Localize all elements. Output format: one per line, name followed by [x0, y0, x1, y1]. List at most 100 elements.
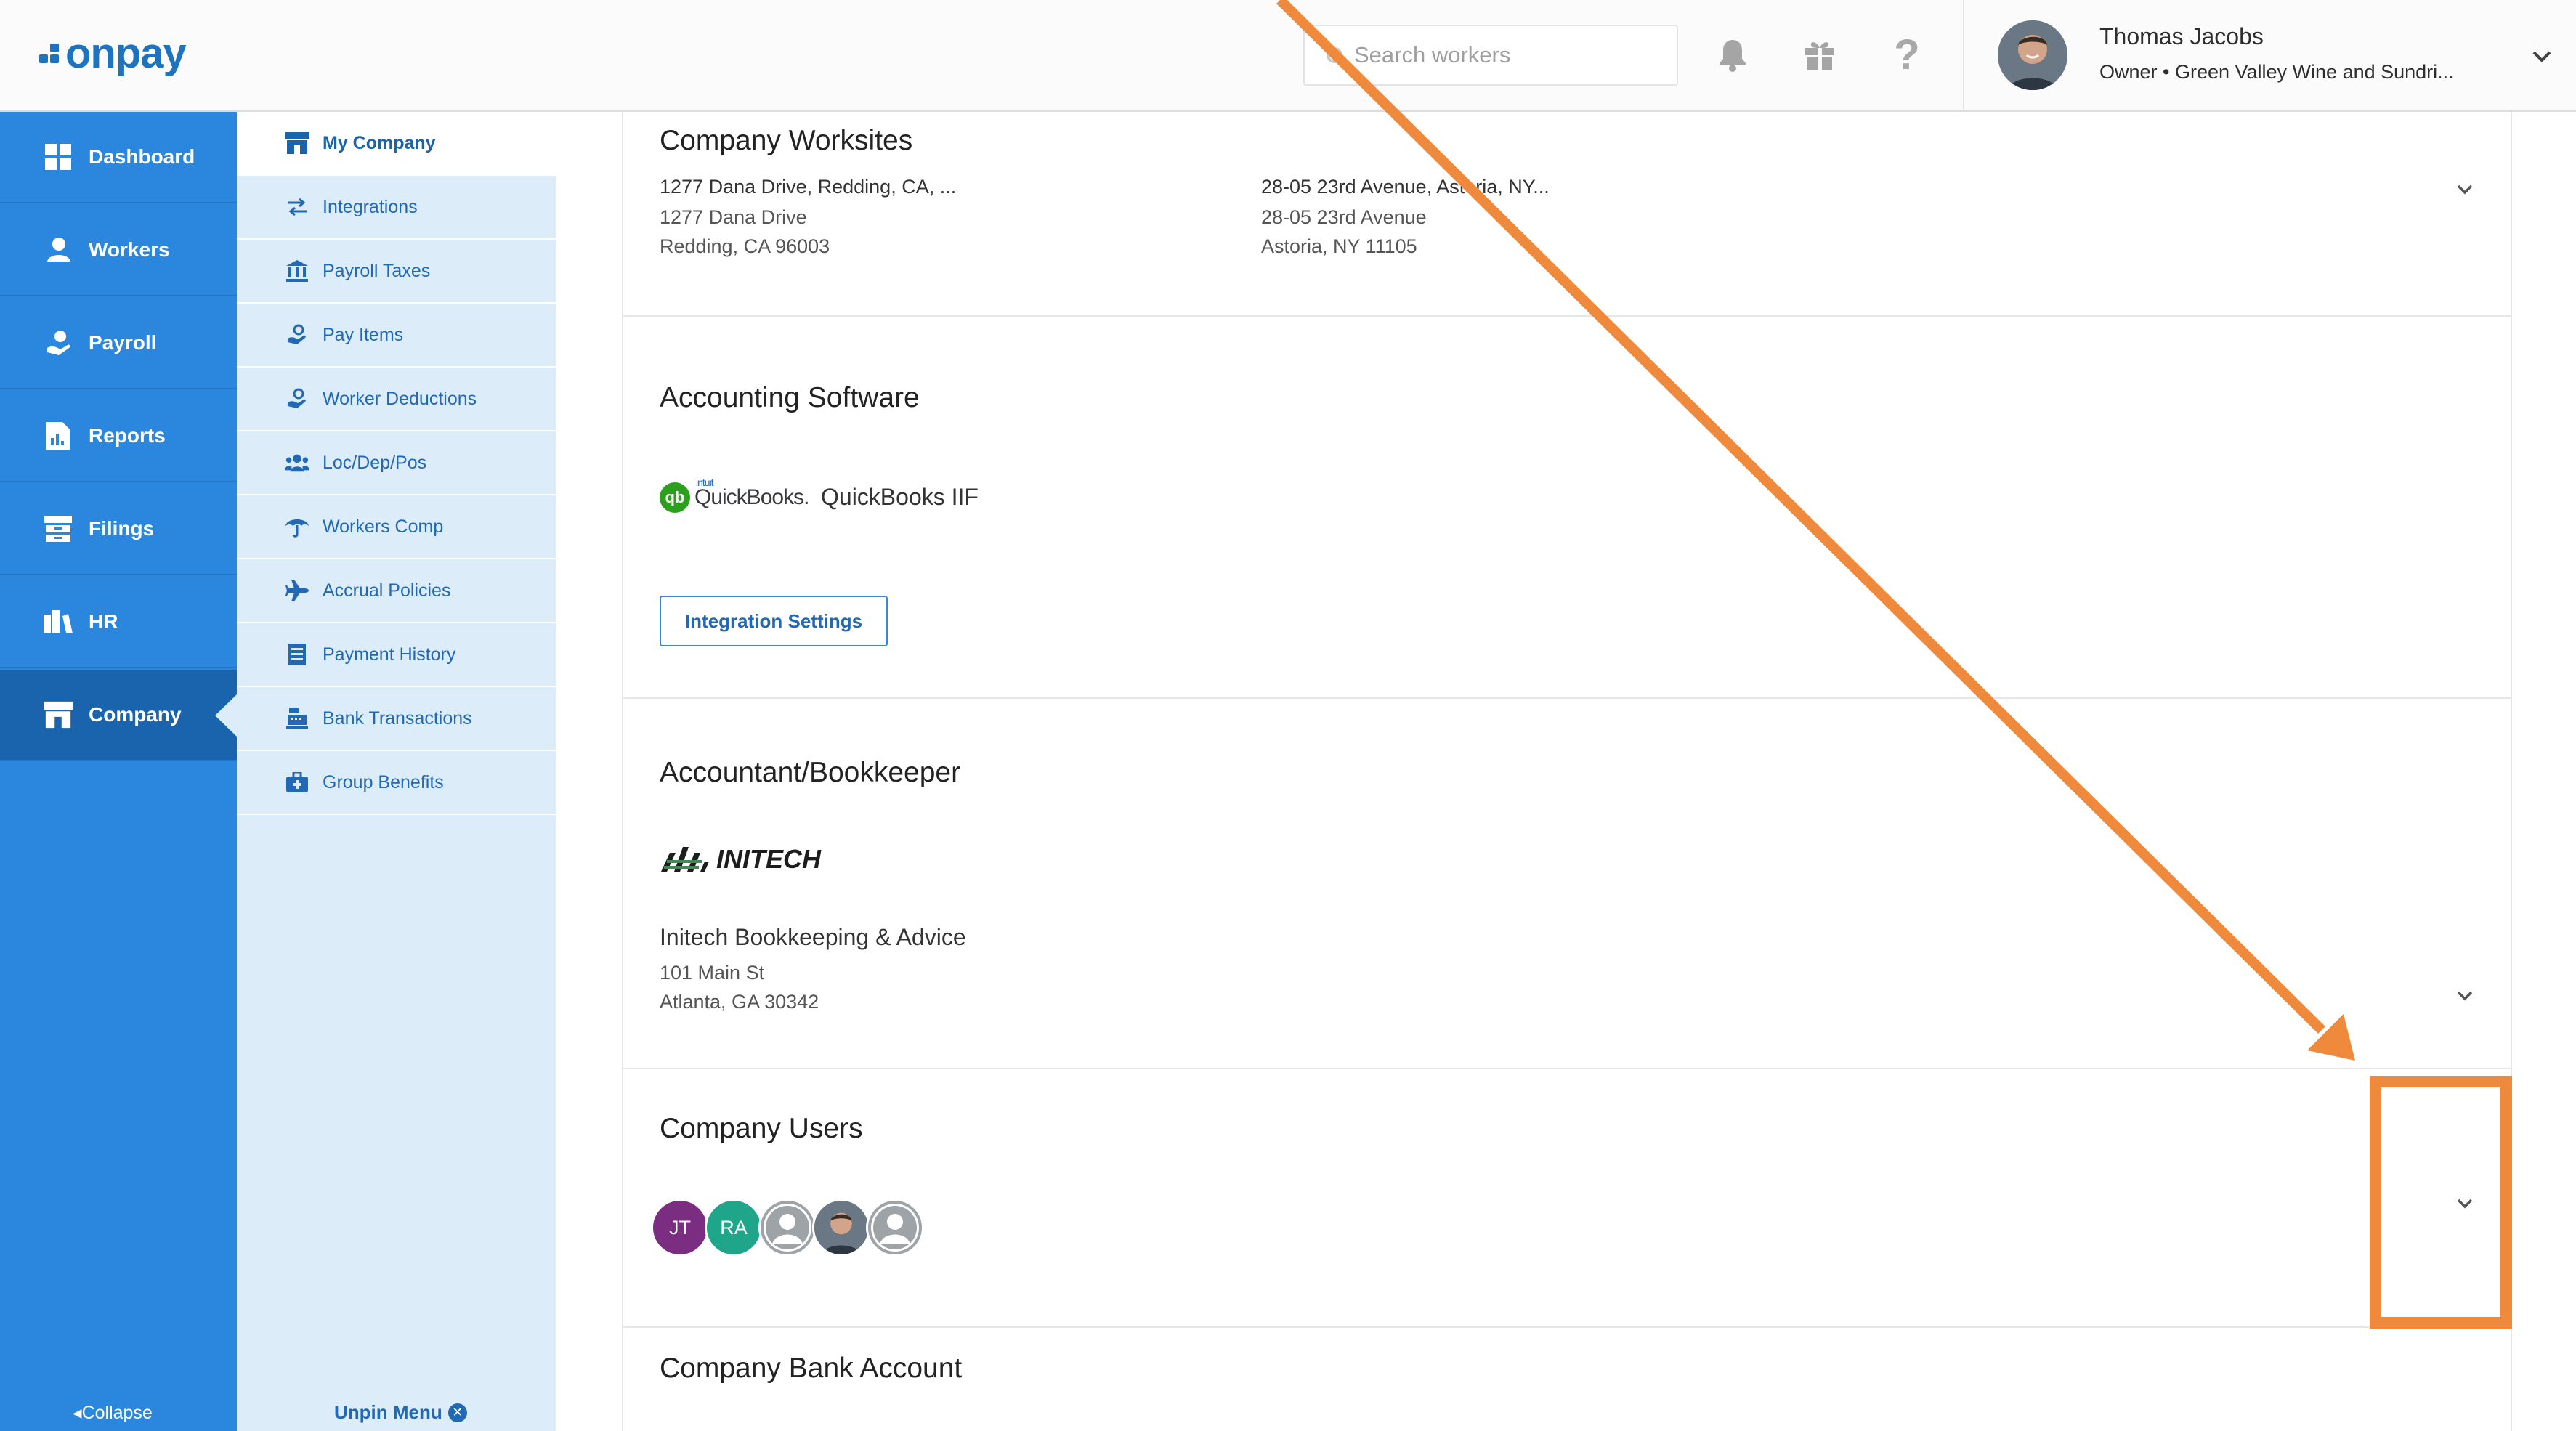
- subnav-item-label: My Company: [323, 132, 436, 153]
- integration-settings-button[interactable]: Integration Settings: [660, 596, 888, 646]
- logo-dots-icon: [39, 43, 61, 65]
- avatar[interactable]: RA: [705, 1199, 763, 1257]
- hr-icon: [44, 607, 73, 636]
- medkit-icon: [285, 770, 309, 795]
- chevron-down-icon[interactable]: [2528, 42, 2556, 70]
- subnav-item-my-company[interactable]: My Company: [237, 112, 577, 176]
- sidebar-item-hr[interactable]: HR: [0, 577, 237, 668]
- reports-icon: [44, 421, 73, 450]
- search-input[interactable]: Search workers: [1303, 25, 1678, 86]
- quickbooks-wordmark: intuit QuickBooks.: [694, 477, 809, 510]
- user-menu[interactable]: Thomas Jacobs Owner • Green Valley Wine …: [1963, 0, 2576, 112]
- gift-icon[interactable]: [1802, 35, 1838, 74]
- unpin-label: Unpin Menu: [334, 1401, 442, 1423]
- subnav-item-payroll-taxes[interactable]: Payroll Taxes: [237, 240, 556, 304]
- subnav-item-label: Worker Deductions: [323, 388, 477, 409]
- subnav-item-label: Bank Transactions: [323, 708, 472, 729]
- user-name: Thomas Jacobs: [2099, 23, 2264, 49]
- user-role: Owner • Green Valley Wine and Sundri...: [2099, 61, 2454, 83]
- accountant-section: Accountant/Bookkeeper: [623, 699, 2512, 1069]
- subnav-item-worker-deductions[interactable]: Worker Deductions: [237, 368, 556, 431]
- onpay-logo[interactable]: onpay: [39, 30, 187, 77]
- subnav-item-integrations[interactable]: Integrations: [237, 176, 556, 240]
- bank-section: Company Bank Account: [623, 1328, 2512, 1431]
- worksite-name: 28-05 23rd Avenue, Astoria, NY...: [1261, 176, 1550, 198]
- search-icon: [1327, 47, 1342, 63]
- sidebar-item-workers[interactable]: Workers: [0, 205, 237, 296]
- subnav-item-label: Loc/Dep/Pos: [323, 452, 427, 473]
- subnav-item-label: Payroll Taxes: [323, 260, 431, 281]
- store-icon: [285, 131, 309, 155]
- worksite-line: 1277 Dana Drive: [660, 206, 807, 228]
- arrows-icon: [285, 195, 309, 219]
- sidebar-item-reports[interactable]: Reports: [0, 391, 237, 482]
- worksite-line: Astoria, NY 11105: [1261, 235, 1417, 257]
- collapse-label: Collapse: [81, 1403, 153, 1423]
- collapse-button[interactable]: ◂Collapse: [73, 1402, 153, 1424]
- workers-icon: [44, 235, 73, 264]
- sub-sidebar: My Company Integrations Payroll Taxes Pa…: [237, 112, 577, 1431]
- sidebar-item-filings[interactable]: Filings: [0, 484, 237, 575]
- payroll-icon: [44, 328, 73, 357]
- accountant-address-line: Atlanta, GA 30342: [660, 991, 819, 1013]
- dashboard-icon: [44, 142, 73, 171]
- subnav-item-payment-history[interactable]: Payment History: [237, 623, 556, 687]
- person-icon[interactable]: [758, 1199, 817, 1257]
- chevron-down-icon[interactable]: [2453, 1191, 2477, 1216]
- subnav-item-label: Pay Items: [323, 324, 404, 345]
- sidebar-item-label: HR: [89, 610, 118, 633]
- company-icon: [44, 700, 73, 729]
- subnav-item-accrual-policies[interactable]: Accrual Policies: [237, 559, 556, 623]
- section-title: Accounting Software: [660, 382, 920, 413]
- sidebar-item-label: Company: [89, 703, 182, 726]
- umbrella-icon: [285, 514, 309, 539]
- sidebar-item-label: Reports: [89, 424, 166, 447]
- initech-logo: INITECH: [660, 843, 821, 876]
- register-icon: [285, 706, 309, 731]
- avatar[interactable]: JT: [651, 1199, 709, 1257]
- help-icon[interactable]: ?: [1889, 31, 1925, 78]
- accountant-address-line: 101 Main St: [660, 962, 765, 984]
- sidebar-item-label: Payroll: [89, 331, 157, 354]
- unpin-menu-button[interactable]: Unpin Menu ✕: [334, 1401, 467, 1424]
- subnav-item-workers-comp[interactable]: Workers Comp: [237, 495, 556, 559]
- subnav-item-label: Payment History: [323, 644, 456, 665]
- chevron-down-icon[interactable]: [2453, 177, 2477, 202]
- sidebar-item-dashboard[interactable]: Dashboard: [0, 112, 237, 203]
- bank-icon: [285, 259, 309, 283]
- worksite-line: 28-05 23rd Avenue: [1261, 206, 1427, 228]
- bell-icon[interactable]: [1714, 35, 1751, 74]
- top-bar: onpay Search workers ? Thomas Jacobs Own…: [0, 0, 2576, 112]
- subnav-item-bank-transactions[interactable]: Bank Transactions: [237, 687, 556, 751]
- user-avatars: JT RA: [651, 1199, 924, 1257]
- intuit-mark: intuit: [696, 477, 714, 488]
- person-icon[interactable]: [866, 1199, 924, 1257]
- sidebar-item-label: Dashboard: [89, 145, 195, 168]
- sidebar-item-company[interactable]: Company: [0, 670, 237, 761]
- group-icon: [285, 450, 309, 475]
- avatar: [1998, 20, 2067, 90]
- subnav-item-label: Workers Comp: [323, 516, 444, 537]
- section-title: Company Users: [660, 1113, 863, 1144]
- hand-money-icon: [285, 386, 309, 411]
- search-placeholder: Search workers: [1354, 42, 1511, 68]
- subnav-item-pay-items[interactable]: Pay Items: [237, 304, 556, 368]
- chevron-down-icon[interactable]: [2453, 984, 2477, 1008]
- close-icon: ✕: [447, 1403, 467, 1422]
- app-root: onpay Search workers ? Thomas Jacobs Own…: [0, 0, 2576, 1431]
- initech-logo-text: INITECH: [716, 844, 821, 874]
- worksites-section: Company Worksites 1277 Dana Drive, Reddi…: [623, 112, 2512, 317]
- section-title: Accountant/Bookkeeper: [660, 757, 961, 788]
- sidebar-item-label: Filings: [89, 517, 155, 540]
- subnav-item-group-benefits[interactable]: Group Benefits: [237, 751, 556, 815]
- logo-text: onpay: [65, 30, 187, 77]
- list-icon: [285, 642, 309, 667]
- photo-avatar[interactable]: [812, 1199, 870, 1257]
- worksite-line: Redding, CA 96003: [660, 235, 830, 257]
- section-title: Company Bank Account: [660, 1353, 963, 1384]
- worksite-name: 1277 Dana Drive, Redding, CA, ...: [660, 176, 957, 198]
- sidebar-item-payroll[interactable]: Payroll: [0, 298, 237, 389]
- software-name: QuickBooks IIF: [821, 484, 979, 510]
- subnav-item-loc-dep-pos[interactable]: Loc/Dep/Pos: [237, 431, 556, 495]
- quickbooks-logo: qb intuit QuickBooks.: [660, 477, 809, 513]
